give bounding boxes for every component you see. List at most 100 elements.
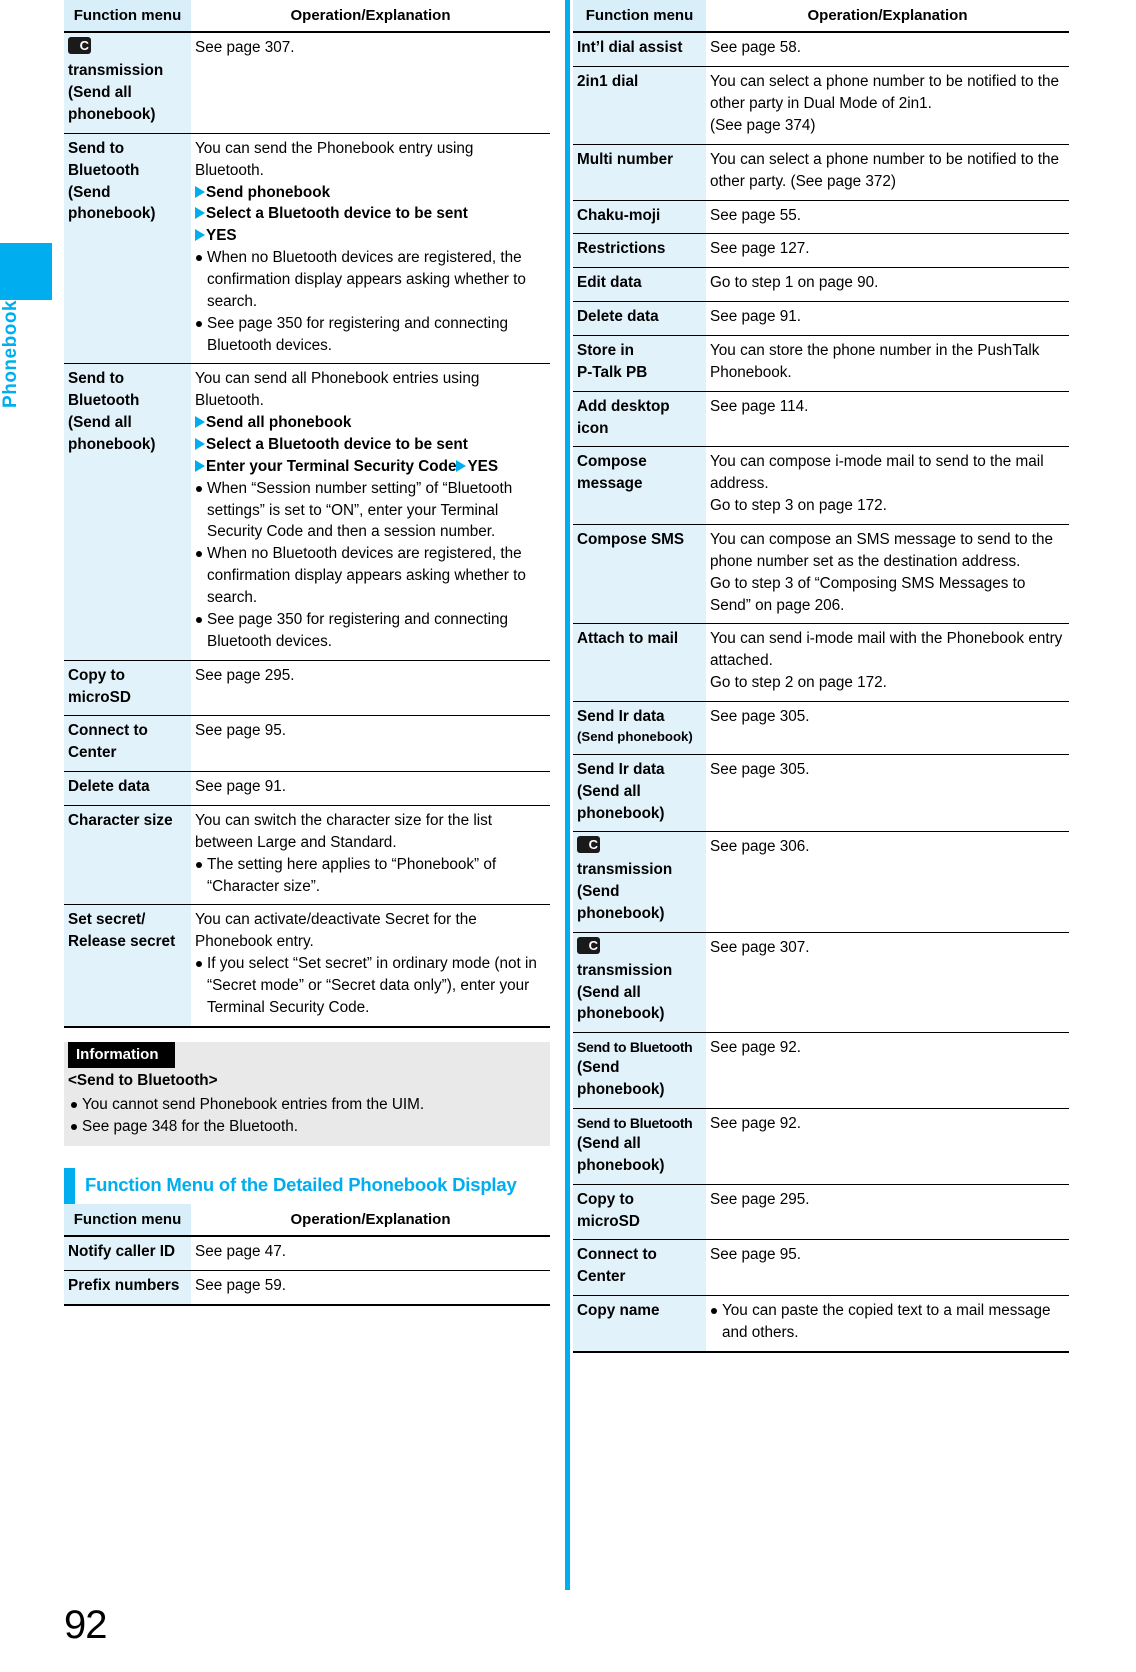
table-row: Send Ir data (Send all phonebook) See page … [573, 754, 1069, 833]
function-menu-label: transmission [577, 861, 673, 879]
table-row: Compose SMS You can compose an SMS messag… [573, 524, 1069, 625]
table-body: Notify caller ID See page 47. Prefix numbe… [64, 1236, 550, 1307]
function-menu-cell: Add desktop icon [573, 391, 706, 448]
operation-explanation-cell: See page 305. [706, 701, 1069, 755]
function-menu-label: Copy name [577, 1302, 660, 1320]
function-menu-table-list-display: Function menu Operation/Explanation tran… [64, 0, 550, 1028]
note-list: If you select “Set secret” in ordinary m… [195, 953, 546, 1019]
table-row: Int’l dial assist See page 58. [573, 32, 1069, 68]
explanation-text: Go to step 2 on page 172. [710, 674, 887, 692]
function-menu-label: Send to [68, 370, 125, 388]
function-menu-label: Send to [68, 139, 125, 157]
table-row: transmission (Send all phonebook) See page … [64, 32, 550, 134]
operation-explanation-cell: You can select a phone number to be noti… [706, 66, 1069, 145]
explanation-text: See page 91. [710, 308, 802, 326]
function-menu-label: Bluetooth [68, 161, 140, 179]
operation-explanation-cell: See page 95. [191, 715, 550, 773]
table-row: Compose message You can compose i-mode mai… [573, 446, 1069, 526]
function-menu-label: Send to Bluetooth [577, 1039, 693, 1056]
explanation-text: You can store the phone number in the Pu… [710, 342, 1040, 381]
explanation-text: See page 307. [195, 39, 295, 57]
function-menu-cell: 2in1 dial [573, 66, 706, 145]
function-menu-label: Compose SMS [577, 531, 685, 549]
explanation-text: See page 95. [710, 1246, 802, 1264]
table-row: Send Ir data (Send phonebook) See page 305… [573, 701, 1069, 755]
function-menu-label: phonebook) [577, 1156, 665, 1174]
table-row: transmission (Send phonebook) See page 306. [573, 831, 1069, 933]
column-header-operation: Operation/Explanation [191, 0, 550, 34]
function-menu-cell: Restrictions [573, 233, 706, 269]
explanation-text: See page 295. [710, 1190, 810, 1208]
operation-explanation-cell: See page 295. [191, 660, 550, 717]
function-menu-label: phonebook) [577, 804, 665, 822]
explanation-text: See page 305. [710, 760, 810, 778]
function-menu-cell: Set secret/Release secret [64, 904, 191, 1028]
function-menu-label: phonebook) [68, 436, 156, 454]
function-menu-cell: Send to Bluetooth (Send all phonebook) [64, 363, 191, 661]
operation-explanation-cell: See page 91. [706, 301, 1069, 337]
operation-step: Enter your Terminal Security Code YES [195, 456, 546, 478]
function-menu-label: Center [68, 744, 117, 762]
function-menu-label: (Send all [577, 983, 641, 1001]
function-menu-label: Character size [68, 811, 173, 829]
arrow-right-icon [195, 185, 205, 198]
function-menu-label: Notify caller ID [68, 1243, 176, 1261]
arrow-right-icon [195, 416, 205, 429]
ic-transmission-icon [577, 936, 600, 954]
function-menu-sublabel: (Send phonebook) [577, 728, 693, 744]
function-menu-label: transmission [68, 62, 164, 80]
operation-explanation-cell: See page 95. [706, 1239, 1069, 1297]
function-menu-label: Attach to mail [577, 630, 679, 648]
function-menu-cell: Send to Bluetooth (Send phonebook) [64, 133, 191, 365]
function-menu-label: Bluetooth [68, 392, 140, 410]
explanation-text: You can send all Phonebook entries using [195, 370, 480, 388]
explanation-text: See page 92. [710, 1039, 802, 1057]
operation-explanation-cell: See page 91. [191, 771, 550, 806]
operation-explanation-cell: See page 295. [706, 1184, 1069, 1241]
explanation-text: You can compose i-mode mail to send to t… [710, 453, 1044, 493]
table-header-row: Function menu Operation/Explanation [64, 0, 550, 34]
operation-explanation-cell: See page 92. [706, 1108, 1069, 1185]
function-menu-label: phonebook) [577, 1081, 665, 1099]
list-item: When “Session number setting” of “Blueto… [195, 478, 546, 544]
explanation-text: Bluetooth. [195, 161, 264, 179]
table-row: Copy to microSD See page 295. [64, 660, 550, 717]
list-item: When no Bluetooth devices are registered… [195, 247, 546, 313]
table-row: Chaku-moji See page 55. [573, 200, 1069, 235]
right-column: Function menu Operation/Explanation Int’… [565, 0, 1069, 1590]
function-menu-label: Compose [577, 453, 647, 471]
arrow-right-icon [195, 438, 205, 451]
note-list: The setting here applies to “Phonebook” … [195, 854, 546, 898]
note-list: When “Session number setting” of “Blueto… [195, 478, 546, 653]
table-body: transmission (Send all phonebook) See page … [64, 32, 550, 1028]
operation-explanation-cell: You can compose an SMS message to send t… [706, 524, 1069, 625]
function-menu-cell: Notify caller ID [64, 1236, 191, 1272]
section-heading-bar [64, 1167, 75, 1204]
operation-step: Select a Bluetooth device to be sent [195, 203, 546, 225]
information-bullet-list: You cannot send Phonebook entries from t… [64, 1094, 550, 1138]
function-menu-cell: transmission (Send all phonebook) [573, 932, 706, 1034]
operation-explanation-cell: See page 127. [706, 233, 1069, 269]
operation-step: Send phonebook [195, 182, 546, 204]
section-heading: Function Menu of the Detailed Phonebook … [64, 1167, 550, 1204]
table-row: 2in1 dial You can select a phone number t… [573, 66, 1069, 145]
operation-explanation-cell: You can switch the character size for th… [191, 805, 550, 906]
arrow-right-icon [195, 229, 205, 242]
function-menu-label: Connect to [577, 1246, 657, 1264]
arrow-right-icon [195, 207, 205, 220]
note-list: You can paste the copied text to a mail … [710, 1300, 1065, 1344]
explanation-text: See page 59. [195, 1277, 287, 1295]
function-menu-label: Connect to [68, 722, 148, 740]
column-header-function-menu: Function menu [64, 1203, 191, 1238]
function-menu-label: message [577, 475, 643, 493]
function-menu-label: Delete data [577, 308, 659, 326]
function-menu-cell: Send to Bluetooth (Send phonebook) [573, 1032, 706, 1109]
explanation-text: See page 307. [710, 938, 810, 956]
explanation-text: You can switch the character size for th… [195, 811, 493, 851]
function-menu-cell: Edit data [573, 267, 706, 303]
function-menu-label: phonebook) [68, 205, 156, 223]
operation-explanation-cell: You can paste the copied text to a mail … [706, 1295, 1069, 1353]
operation-explanation-cell: See page 305. [706, 754, 1069, 833]
function-menu-cell: Connect to Center [573, 1239, 706, 1297]
table-row: Store in P-Talk PB You can store the phone… [573, 335, 1069, 392]
